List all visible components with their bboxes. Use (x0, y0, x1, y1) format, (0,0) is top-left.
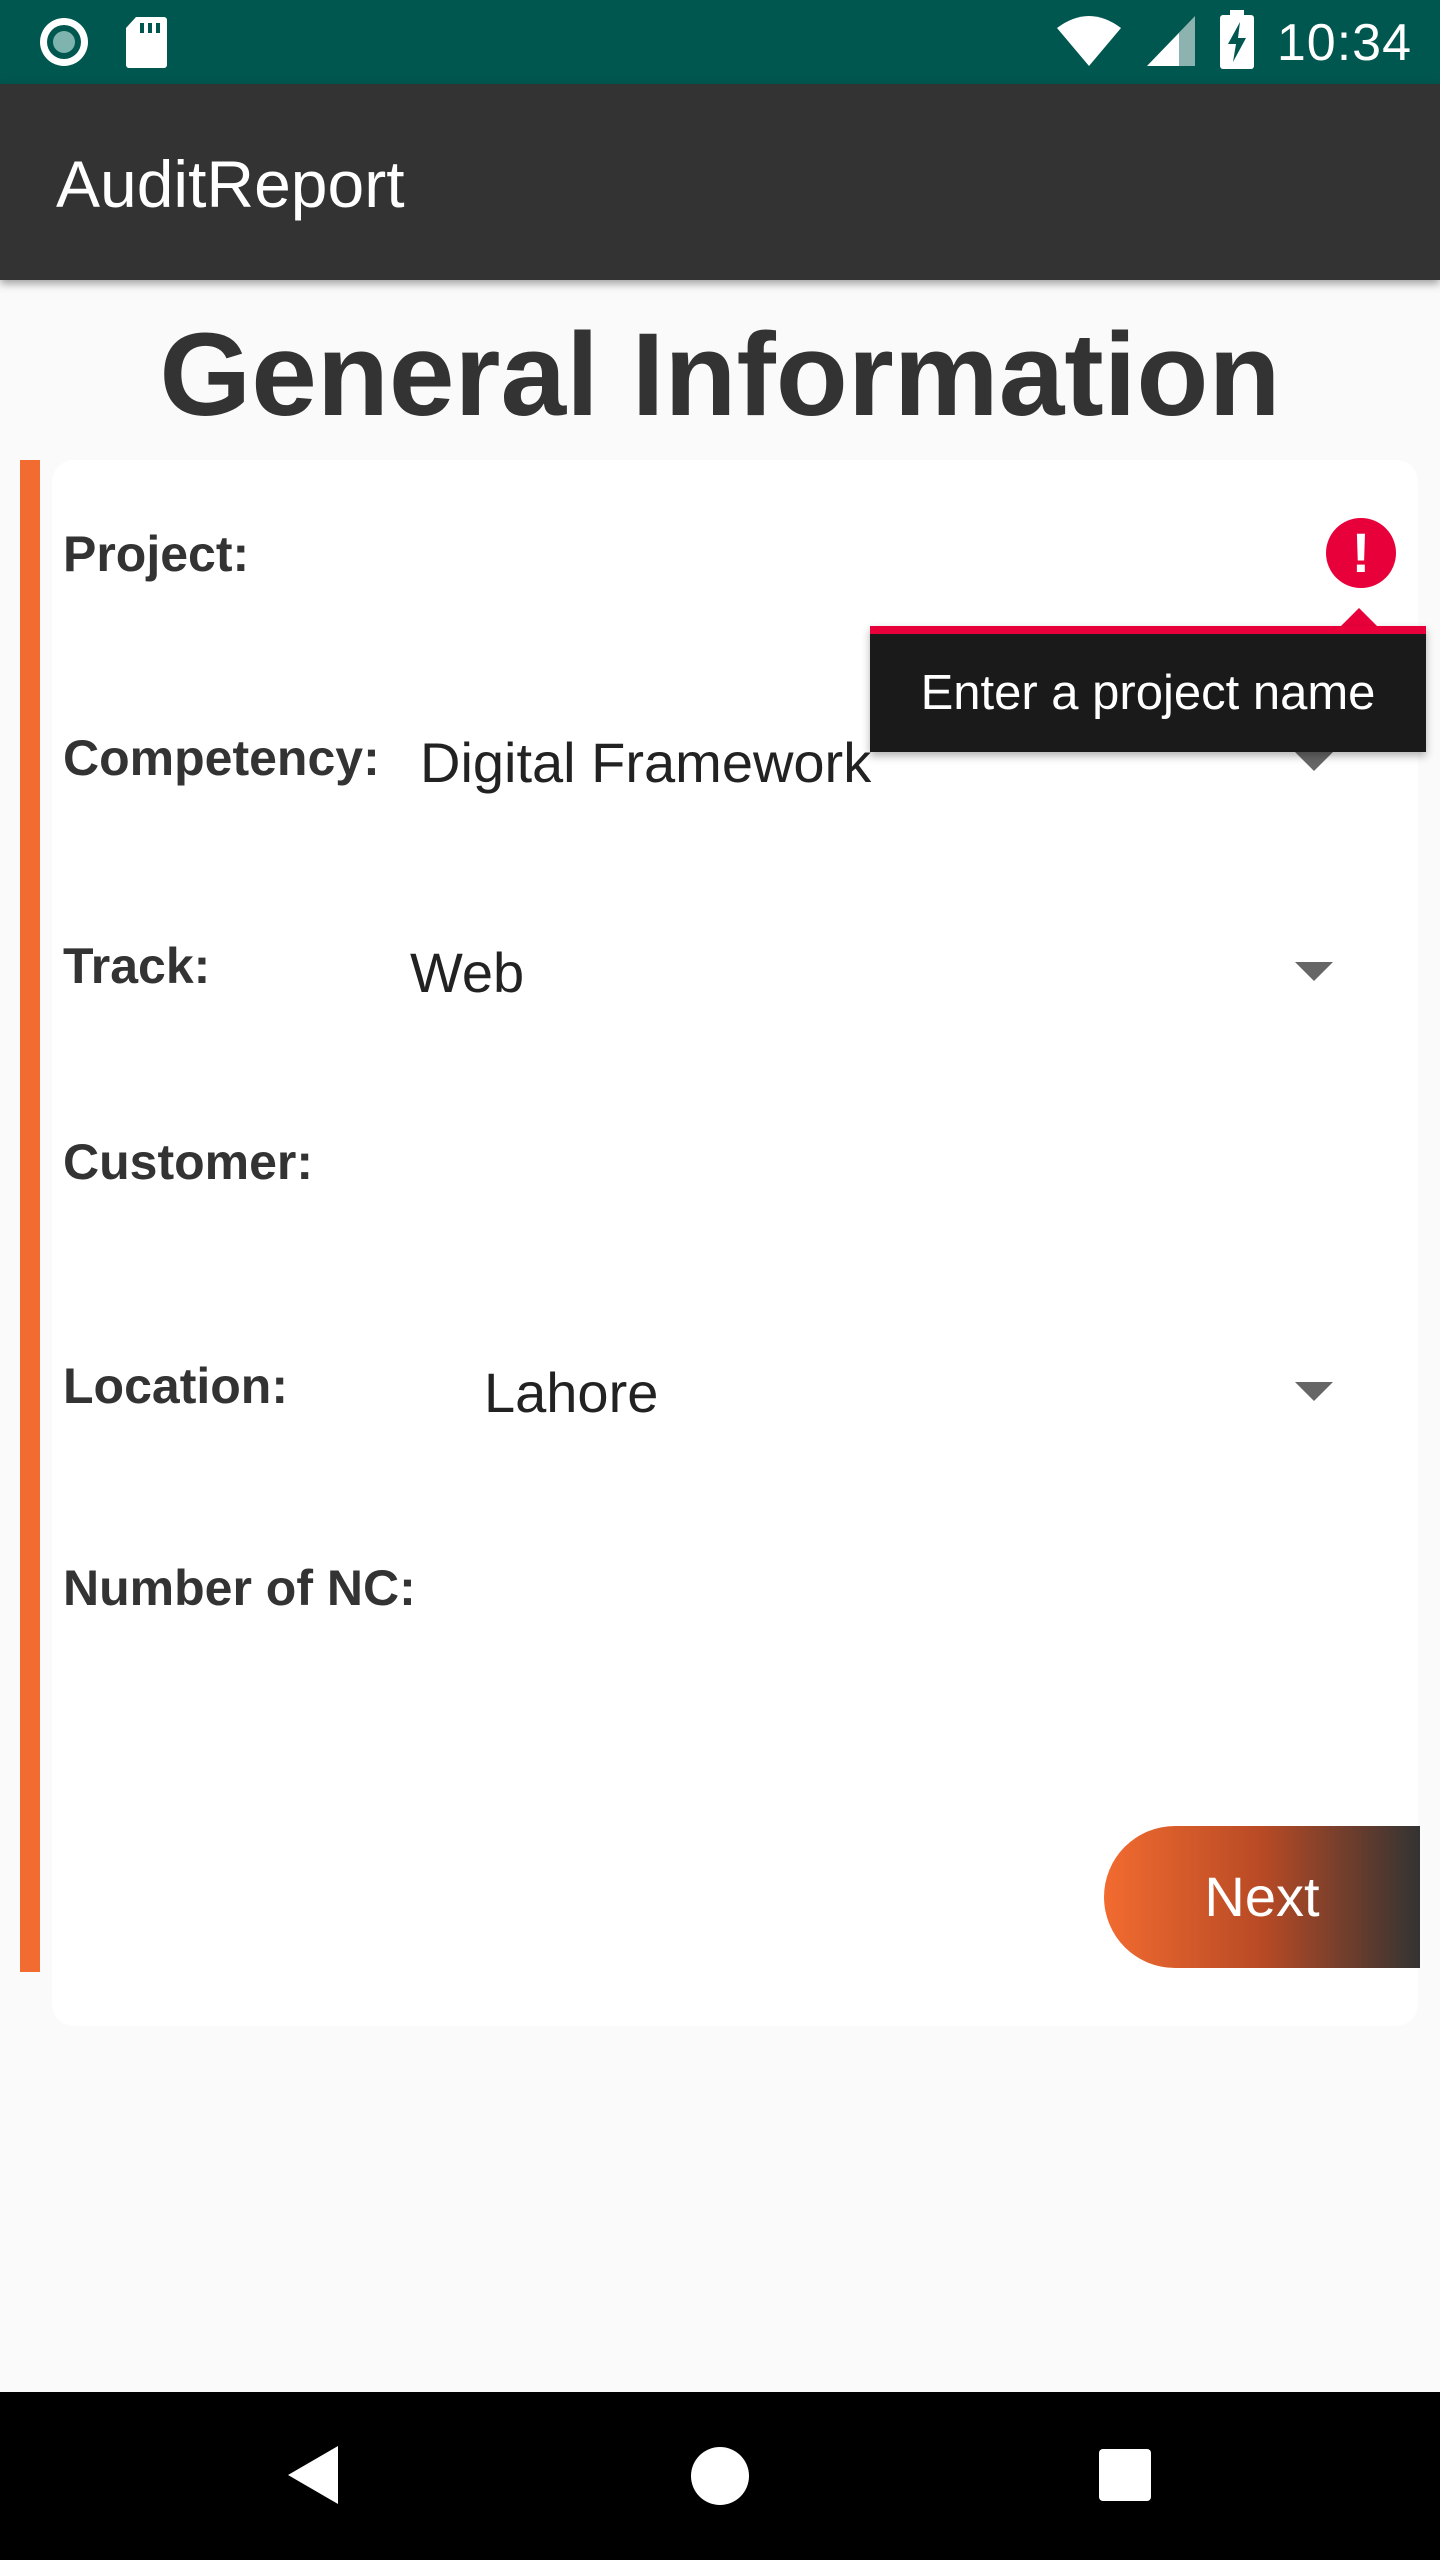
recents-icon[interactable] (1098, 2448, 1152, 2507)
sd-card-icon (124, 15, 168, 74)
error-icon: ! (1326, 518, 1396, 588)
track-spinner[interactable]: Web (410, 940, 524, 1006)
track-label: Track: (63, 938, 211, 994)
status-bar: 10:34 (0, 0, 1440, 84)
chevron-down-icon (1295, 1382, 1333, 1401)
chevron-down-icon (1295, 752, 1333, 771)
status-bar-left (36, 14, 168, 75)
cell-signal-icon (1145, 12, 1197, 73)
chevron-down-icon (1295, 962, 1333, 981)
project-input[interactable] (420, 520, 1300, 590)
battery-charging-icon (1219, 10, 1255, 75)
number-of-nc-input[interactable] (460, 1552, 1300, 1622)
customer-label: Customer: (63, 1134, 314, 1190)
back-icon[interactable] (286, 2444, 340, 2511)
customer-input[interactable] (420, 1126, 1300, 1196)
app-bar: AuditReport (0, 84, 1440, 280)
page-title: General Information (159, 309, 1281, 441)
error-tooltip: Enter a project name (870, 626, 1426, 752)
competency-spinner[interactable]: Digital Framework (420, 730, 871, 796)
status-bar-right: 10:34 (1055, 10, 1412, 75)
next-button[interactable]: Next (1104, 1826, 1420, 1968)
card-accent-bar (20, 460, 40, 1972)
navigation-bar (0, 2392, 1440, 2560)
location-label: Location: (63, 1358, 288, 1414)
location-spinner[interactable]: Lahore (484, 1360, 658, 1426)
number-of-nc-label: Number of NC: (63, 1560, 416, 1616)
home-icon[interactable] (690, 2446, 750, 2511)
competency-label: Competency: (63, 730, 380, 786)
tooltip-pointer (1341, 608, 1377, 626)
circle-notification-icon (36, 14, 92, 75)
project-label: Project: (63, 526, 250, 582)
app-title: AuditReport (56, 147, 405, 221)
status-clock: 10:34 (1276, 13, 1412, 72)
wifi-icon (1055, 12, 1123, 73)
